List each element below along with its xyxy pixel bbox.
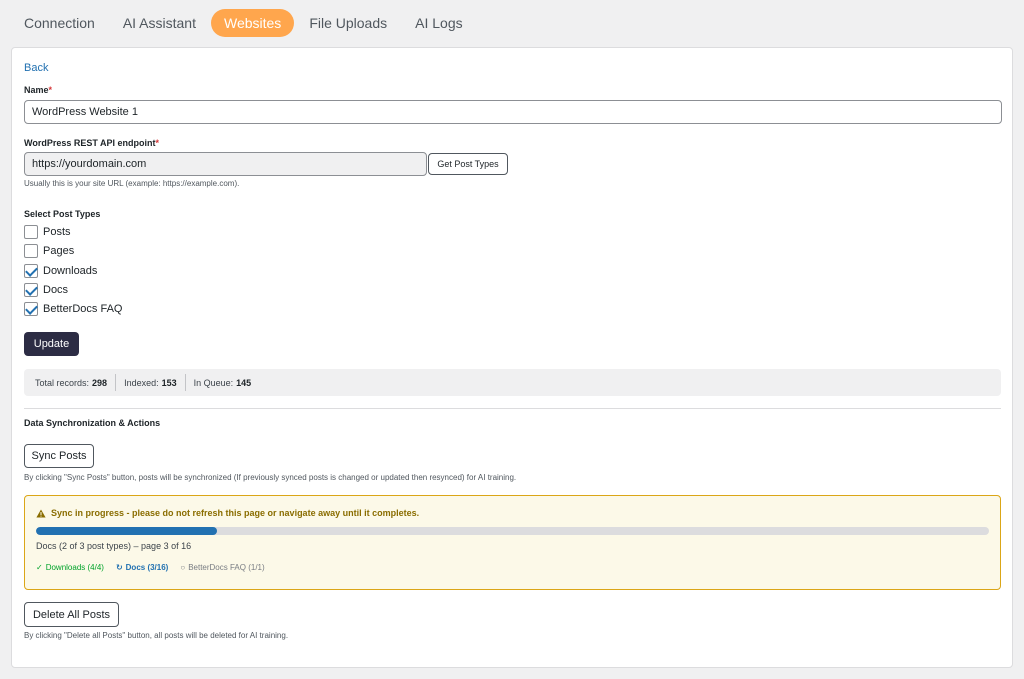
endpoint-input[interactable] — [24, 152, 427, 176]
sync-section-title: Data Synchronization & Actions — [24, 418, 161, 428]
progress-bar — [36, 527, 989, 535]
website-settings-card: Back Name* WordPress REST API endpoint* … — [11, 47, 1013, 668]
checkbox-pages[interactable]: Pages — [24, 243, 74, 258]
name-label: Name* — [24, 85, 53, 95]
back-link[interactable]: Back — [24, 62, 48, 74]
tab-bar: Connection AI Assistant Websites File Up… — [11, 8, 478, 38]
circle-icon: ○ — [180, 563, 186, 572]
stat-queue: In Queue: 145 — [193, 377, 252, 388]
checkbox-box[interactable] — [24, 263, 38, 278]
tab-websites[interactable]: Websites — [210, 9, 295, 37]
status-item-docs: ↻ Docs (3/16) — [115, 563, 169, 572]
post-type-status-list: ✓ Downloads (4/4) ↻ Docs (3/16) ○ Better… — [36, 563, 277, 572]
delete-help-text: By clicking "Delete all Posts" button, a… — [24, 631, 289, 640]
checkbox-label: Docs — [43, 283, 69, 296]
stat-total: Total records: 298 — [35, 377, 108, 388]
notice-title: Sync in progress - please do not refresh… — [36, 508, 419, 518]
sync-help-text: By clicking "Sync Posts" button, posts w… — [24, 473, 517, 482]
checkbox-downloads[interactable]: Downloads — [24, 263, 97, 278]
tab-ai-logs[interactable]: AI Logs — [402, 9, 475, 37]
stat-divider — [184, 374, 186, 391]
warning-icon — [36, 509, 46, 517]
checkbox-label: Pages — [43, 244, 75, 257]
section-divider — [24, 408, 1001, 409]
progress-status-text: Docs (2 of 3 post types) – page 3 of 16 — [36, 541, 192, 551]
endpoint-label: WordPress REST API endpoint* — [24, 138, 160, 148]
checkbox-posts[interactable]: Posts — [24, 224, 71, 239]
checkbox-betterdocs-faq[interactable]: BetterDocs FAQ — [24, 301, 122, 316]
get-post-types-button[interactable]: Get Post Types — [428, 153, 508, 175]
checkbox-label: Downloads — [43, 264, 98, 277]
checkbox-label: BetterDocs FAQ — [43, 302, 123, 315]
tab-file-uploads[interactable]: File Uploads — [296, 9, 400, 37]
delete-all-posts-button[interactable]: Delete All Posts — [24, 602, 119, 627]
stats-bar: Total records: 298 Indexed: 153 In Queue: 1… — [24, 369, 1001, 396]
progress-bar-fill — [36, 527, 218, 535]
sync-posts-button[interactable]: Sync Posts — [24, 444, 94, 468]
checkbox-box[interactable] — [24, 243, 38, 258]
stat-indexed: Indexed: 153 — [124, 377, 177, 388]
checkbox-docs[interactable]: Docs — [24, 282, 68, 297]
checkmark-icon: ✓ — [36, 563, 43, 572]
checkbox-box[interactable] — [24, 224, 38, 239]
post-types-label: Select Post Types — [24, 209, 101, 219]
status-item-downloads: ✓ Downloads (4/4) — [36, 563, 104, 572]
status-item-betterdocs-faq: ○ BetterDocs FAQ (1/1) — [180, 563, 265, 572]
update-button[interactable]: Update — [24, 332, 79, 356]
name-input[interactable] — [24, 100, 1002, 124]
endpoint-help-text: Usually this is your site URL (example: … — [24, 179, 240, 188]
sync-progress-notice: Sync in progress - please do not refresh… — [24, 495, 1001, 590]
checkbox-box[interactable] — [24, 282, 38, 297]
stat-divider — [115, 374, 117, 391]
refresh-icon: ↻ — [115, 563, 123, 572]
tab-ai-assistant[interactable]: AI Assistant — [110, 9, 209, 37]
tab-connection[interactable]: Connection — [11, 9, 108, 37]
checkbox-box[interactable] — [24, 301, 38, 316]
checkbox-label: Posts — [43, 225, 71, 238]
